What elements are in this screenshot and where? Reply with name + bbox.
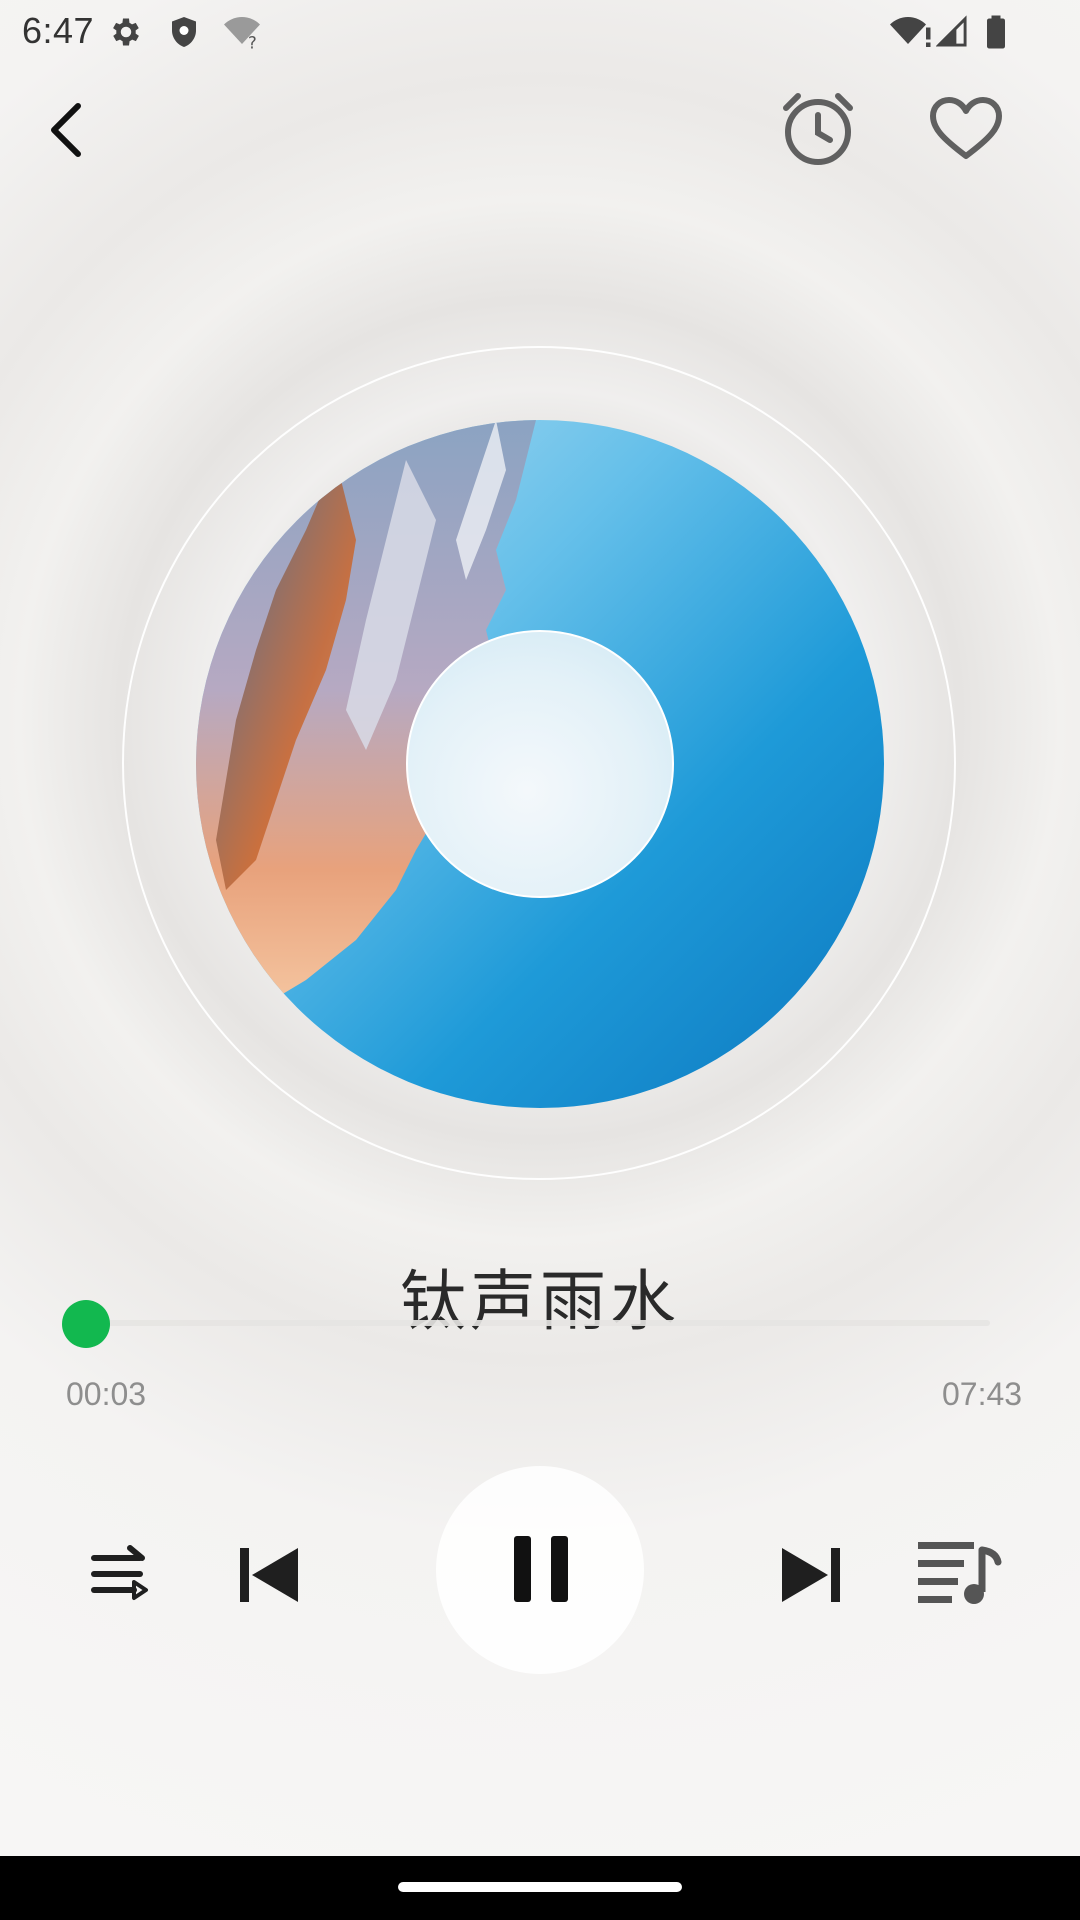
home-gesture-handle[interactable] bbox=[398, 1882, 682, 1892]
status-time: 6:47 bbox=[22, 10, 95, 51]
svg-text:?: ? bbox=[248, 34, 257, 51]
skip-previous-icon bbox=[238, 1548, 300, 1608]
playlist-button[interactable] bbox=[916, 1538, 1002, 1612]
shuffle-icon bbox=[90, 1545, 152, 1608]
wifi-alert-icon bbox=[890, 14, 932, 54]
next-button[interactable] bbox=[780, 1546, 842, 1608]
disc-center-hole bbox=[406, 630, 674, 898]
progress-track[interactable] bbox=[86, 1320, 990, 1326]
gear-icon bbox=[108, 14, 144, 54]
playlist-music-icon bbox=[916, 1542, 1002, 1612]
skip-next-icon bbox=[780, 1548, 842, 1608]
wifi-question-icon: ? bbox=[222, 14, 262, 54]
battery-icon bbox=[984, 14, 1008, 54]
progress-knob[interactable] bbox=[62, 1300, 110, 1348]
favorite-button[interactable] bbox=[928, 96, 1004, 166]
status-bar: 6:47 ? bbox=[0, 0, 1080, 64]
shuffle-button[interactable] bbox=[90, 1544, 152, 1608]
elapsed-time: 00:03 bbox=[66, 1376, 147, 1412]
pause-icon bbox=[512, 1534, 570, 1608]
play-pause-button[interactable] bbox=[436, 1466, 644, 1674]
chevron-left-icon bbox=[44, 103, 88, 164]
previous-button[interactable] bbox=[238, 1546, 300, 1608]
back-button[interactable] bbox=[44, 100, 88, 164]
heart-outline-icon bbox=[928, 97, 1004, 166]
total-duration: 07:43 bbox=[942, 1376, 1023, 1412]
signal-icon bbox=[935, 14, 968, 54]
shield-icon bbox=[166, 14, 202, 54]
alarm-clock-icon bbox=[780, 93, 856, 170]
alarm-timer-button[interactable] bbox=[780, 90, 856, 170]
